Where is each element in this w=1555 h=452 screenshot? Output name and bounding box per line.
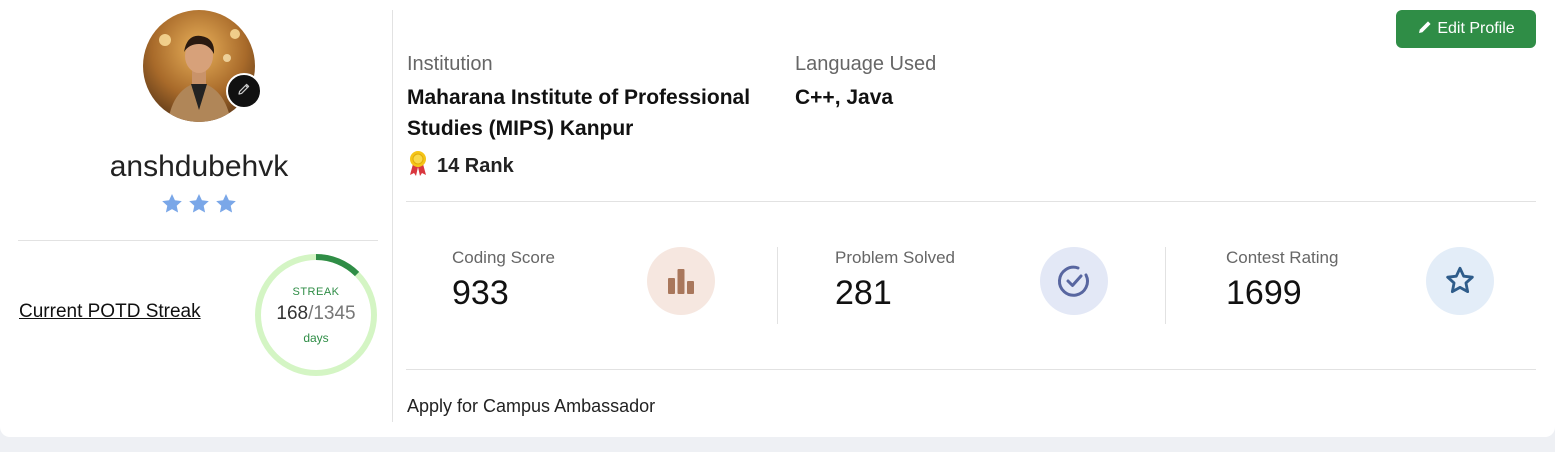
avatar-edit-button[interactable] bbox=[226, 73, 262, 109]
pencil-icon bbox=[236, 81, 252, 102]
user-stars bbox=[0, 192, 398, 221]
streak-label: STREAK bbox=[292, 285, 340, 298]
divider bbox=[18, 240, 378, 241]
language-value: C++, Java bbox=[795, 86, 894, 109]
edit-profile-label: Edit Profile bbox=[1437, 20, 1515, 37]
rating-star-icon bbox=[214, 192, 238, 221]
institution-name-line1: Maharana Institute of Professional bbox=[407, 86, 751, 109]
profile-card: anshdubehvk Current POTD Streak STREAK 1… bbox=[0, 0, 1555, 437]
profile-sidebar: anshdubehvk Current POTD Streak STREAK 1… bbox=[0, 0, 393, 437]
rating-star-icon bbox=[160, 192, 184, 221]
streak-total: /1345 bbox=[308, 302, 356, 324]
divider bbox=[406, 369, 1536, 370]
medal-icon bbox=[407, 150, 429, 182]
rank-text: 14 Rank bbox=[437, 154, 514, 177]
institution-name-line2: Studies (MIPS) Kanpur bbox=[407, 117, 634, 140]
stat-label: Coding Score bbox=[452, 248, 556, 267]
streak-ring: STREAK 168/1345 days bbox=[254, 253, 378, 377]
institution-rank: 14 Rank bbox=[407, 150, 514, 182]
campus-ambassador-link[interactable]: Apply for Campus Ambassador bbox=[407, 396, 655, 417]
stat-value: 281 bbox=[835, 274, 892, 312]
stat-divider bbox=[777, 247, 778, 324]
current-potd-streak-link[interactable]: Current POTD Streak bbox=[19, 301, 201, 323]
institution-label: Institution bbox=[407, 53, 493, 75]
stat-coding-score: Coding Score 933 bbox=[452, 248, 555, 313]
stat-contest-rating: Contest Rating 1699 bbox=[1226, 248, 1338, 313]
rating-star-icon bbox=[187, 192, 211, 221]
stat-value: 1699 bbox=[1226, 274, 1302, 312]
streak-count: 168/1345 bbox=[276, 303, 355, 325]
streak-current: 168 bbox=[276, 302, 309, 324]
username: anshdubehvk bbox=[109, 150, 289, 183]
stat-label: Problem Solved bbox=[835, 248, 956, 267]
stat-label: Contest Rating bbox=[1226, 248, 1339, 267]
streak-unit: days bbox=[303, 330, 329, 345]
stat-problems-solved: Problem Solved 281 bbox=[835, 248, 955, 313]
star-icon bbox=[1426, 247, 1494, 315]
column-divider bbox=[392, 10, 393, 422]
bar-chart-icon bbox=[647, 247, 715, 315]
stat-value: 933 bbox=[452, 274, 509, 312]
stat-divider bbox=[1165, 247, 1166, 324]
pencil-icon bbox=[1417, 19, 1433, 40]
edit-profile-button[interactable]: Edit Profile bbox=[1396, 10, 1536, 48]
divider bbox=[406, 201, 1536, 202]
check-circle-icon bbox=[1040, 247, 1108, 315]
language-label: Language Used bbox=[795, 53, 937, 75]
